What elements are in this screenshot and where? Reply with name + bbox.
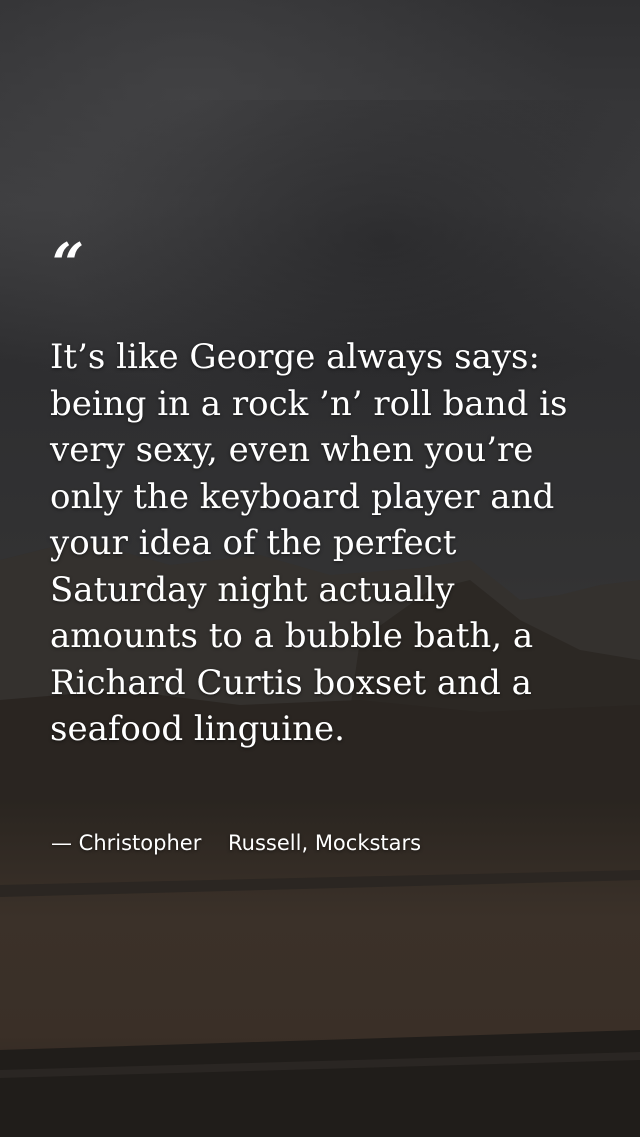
quote-mark-icon: “ — [52, 231, 85, 297]
quote-attribution: — Christopher Russell, Mockstars — [51, 831, 422, 855]
quote-text: It’s like George always says: being in a… — [50, 337, 568, 749]
